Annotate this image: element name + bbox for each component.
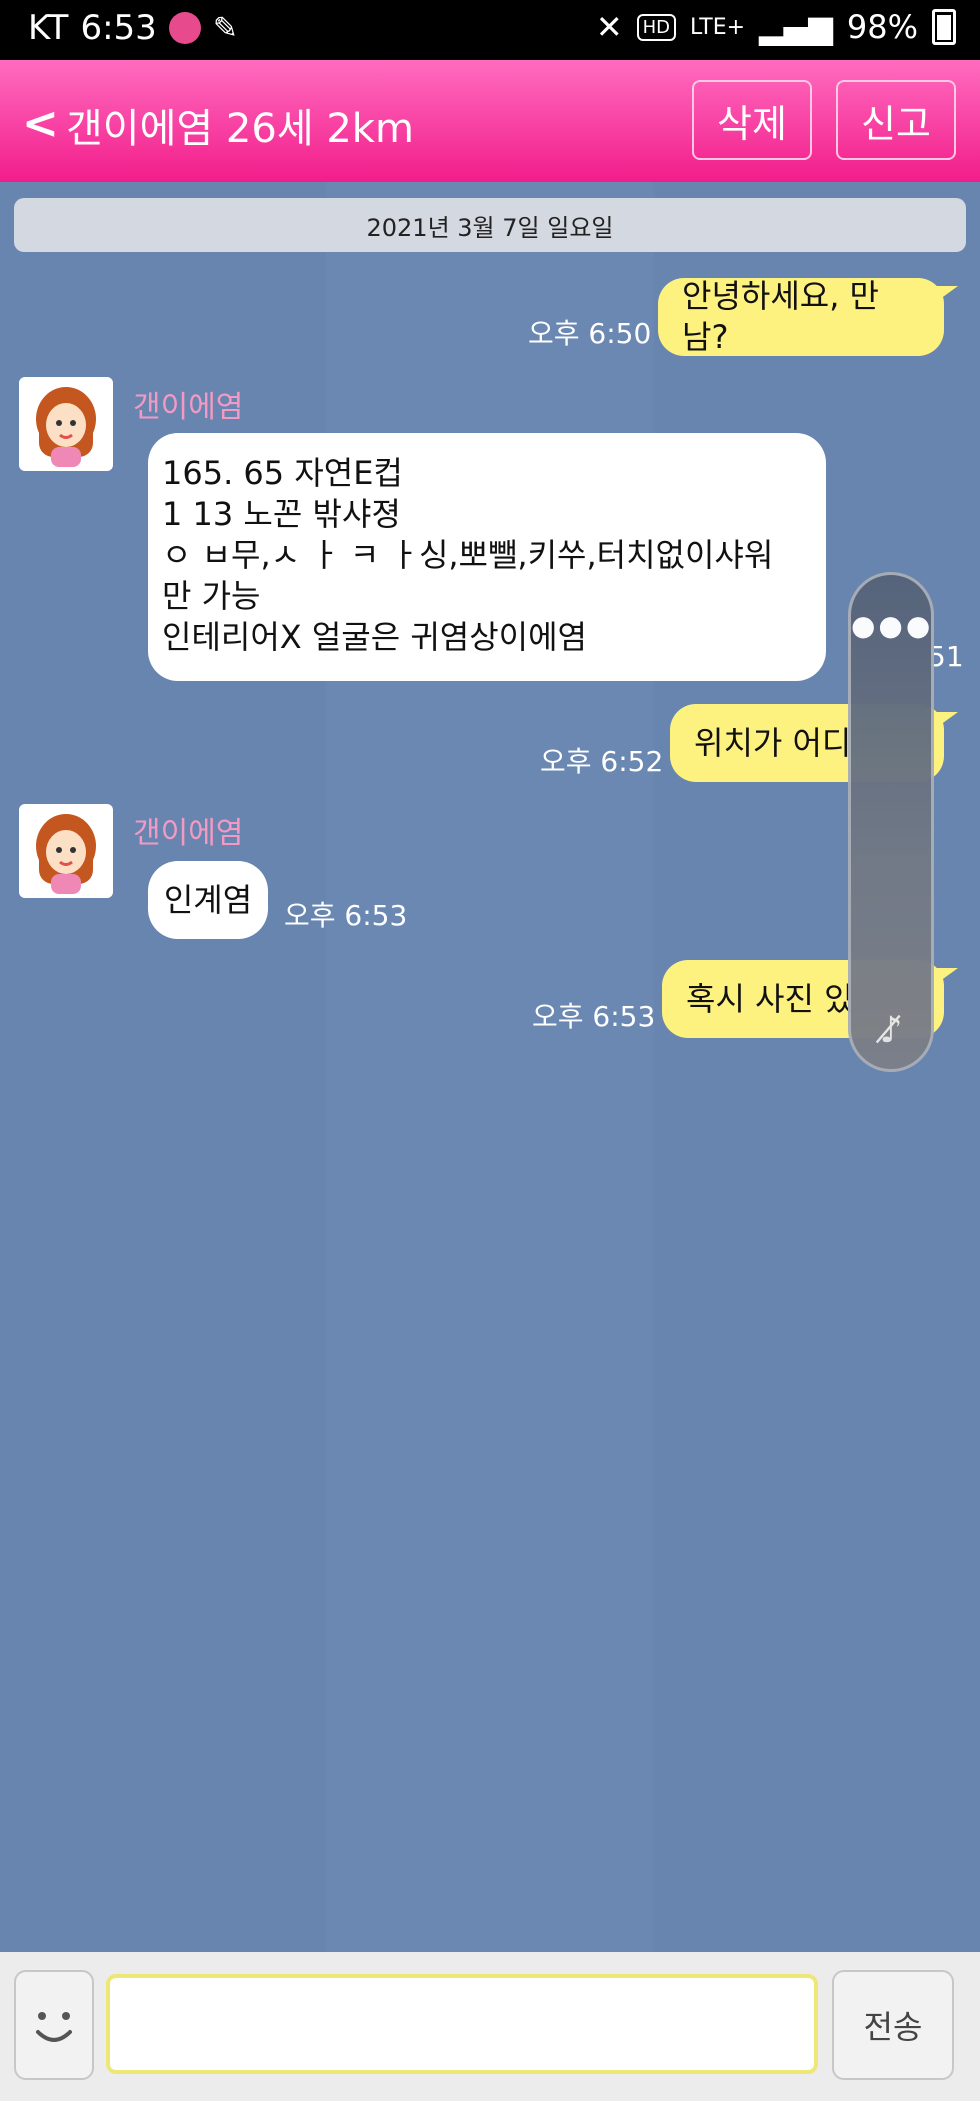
report-button[interactable]: 신고 [836, 80, 956, 160]
sender-name: 갠이에염 [133, 390, 244, 425]
message-text: 위치가 어디 [694, 723, 852, 762]
date-divider: 2021년 3월 7일 일요일 [14, 198, 966, 252]
my-message-bubble[interactable]: 안녕하세요, 만남? [658, 277, 944, 356]
signal-icon: ▂▄▆ [759, 8, 833, 46]
chevron-left-icon[interactable]: < [22, 98, 59, 149]
feather-icon: ✎ [212, 10, 238, 46]
clock: 6:53 [80, 8, 157, 48]
battery-percent: 98% [846, 8, 918, 46]
avatar[interactable] [19, 377, 113, 471]
message-line: ㅇ ㅂ무,ㅅ ㅏ ㅋ ㅏ싱,뽀뺄,키쑤,터치없이샤워 [162, 536, 774, 574]
send-button[interactable]: 전송 [832, 1970, 954, 2080]
message-input[interactable] [106, 1974, 818, 2074]
avatar-illustration [36, 387, 96, 467]
message-time: 오후 6:53 [532, 1000, 656, 1033]
message-input-bar: 전송 [0, 1952, 980, 2101]
sender-name: 갠이에염 [133, 816, 244, 851]
chat-title: 갠이에염 26세 2km [66, 106, 414, 152]
bubble-tail [936, 286, 958, 302]
message-text: 혹시 사진 있 [686, 979, 854, 1018]
message-time: 오후 6:53 [284, 899, 408, 932]
notification-badge-icon [168, 12, 201, 44]
message-text: 안녕하세요, 만남? [682, 277, 879, 356]
message-text: 인계염 [163, 880, 253, 919]
smiley-icon [36, 2012, 72, 2042]
mute-vibrate-icon: ✕ [595, 8, 623, 46]
message-time: 오후 6:52 [540, 745, 664, 778]
message-line: 만 가능 [162, 577, 261, 615]
message-line: 165. 65 자연E컵 [162, 454, 403, 492]
network-type: LTE+ [690, 14, 746, 40]
bubble-tail [936, 712, 958, 728]
delete-button[interactable]: 삭제 [692, 80, 812, 160]
floating-panel[interactable]: ●●● ♪̸ [848, 572, 934, 1072]
battery-icon [932, 9, 956, 45]
emoji-button[interactable] [14, 1970, 94, 2080]
bubble-tail [936, 968, 958, 984]
message-line: 1 13 노꼰 밖샤졍 [162, 495, 401, 533]
more-dots-icon[interactable]: ●●● [851, 609, 931, 642]
hd-voice-icon: HD [636, 13, 677, 41]
chat-header: < 갠이에염 26세 2km 삭제 신고 [0, 60, 980, 182]
music-mute-icon[interactable]: ♪̸ [851, 1010, 931, 1051]
message-time: 오후 6:50 [528, 317, 652, 350]
message-line: 인테리어X 얼굴은 귀염상이에염 [162, 618, 587, 656]
carrier-label: KT [28, 8, 69, 48]
avatar-illustration [36, 814, 96, 894]
other-message-bubble[interactable]: 인계염 [148, 861, 268, 939]
avatar[interactable] [19, 804, 113, 898]
other-message-bubble[interactable]: 165. 65 자연E컵 1 13 노꼰 밖샤졍 ㅇ ㅂ무,ㅅ ㅏ ㅋ ㅏ싱,뽀… [148, 433, 826, 681]
status-bar: KT 6:53 ✎ ✕ HD LTE+ ▂▄▆ 98% [0, 0, 980, 60]
